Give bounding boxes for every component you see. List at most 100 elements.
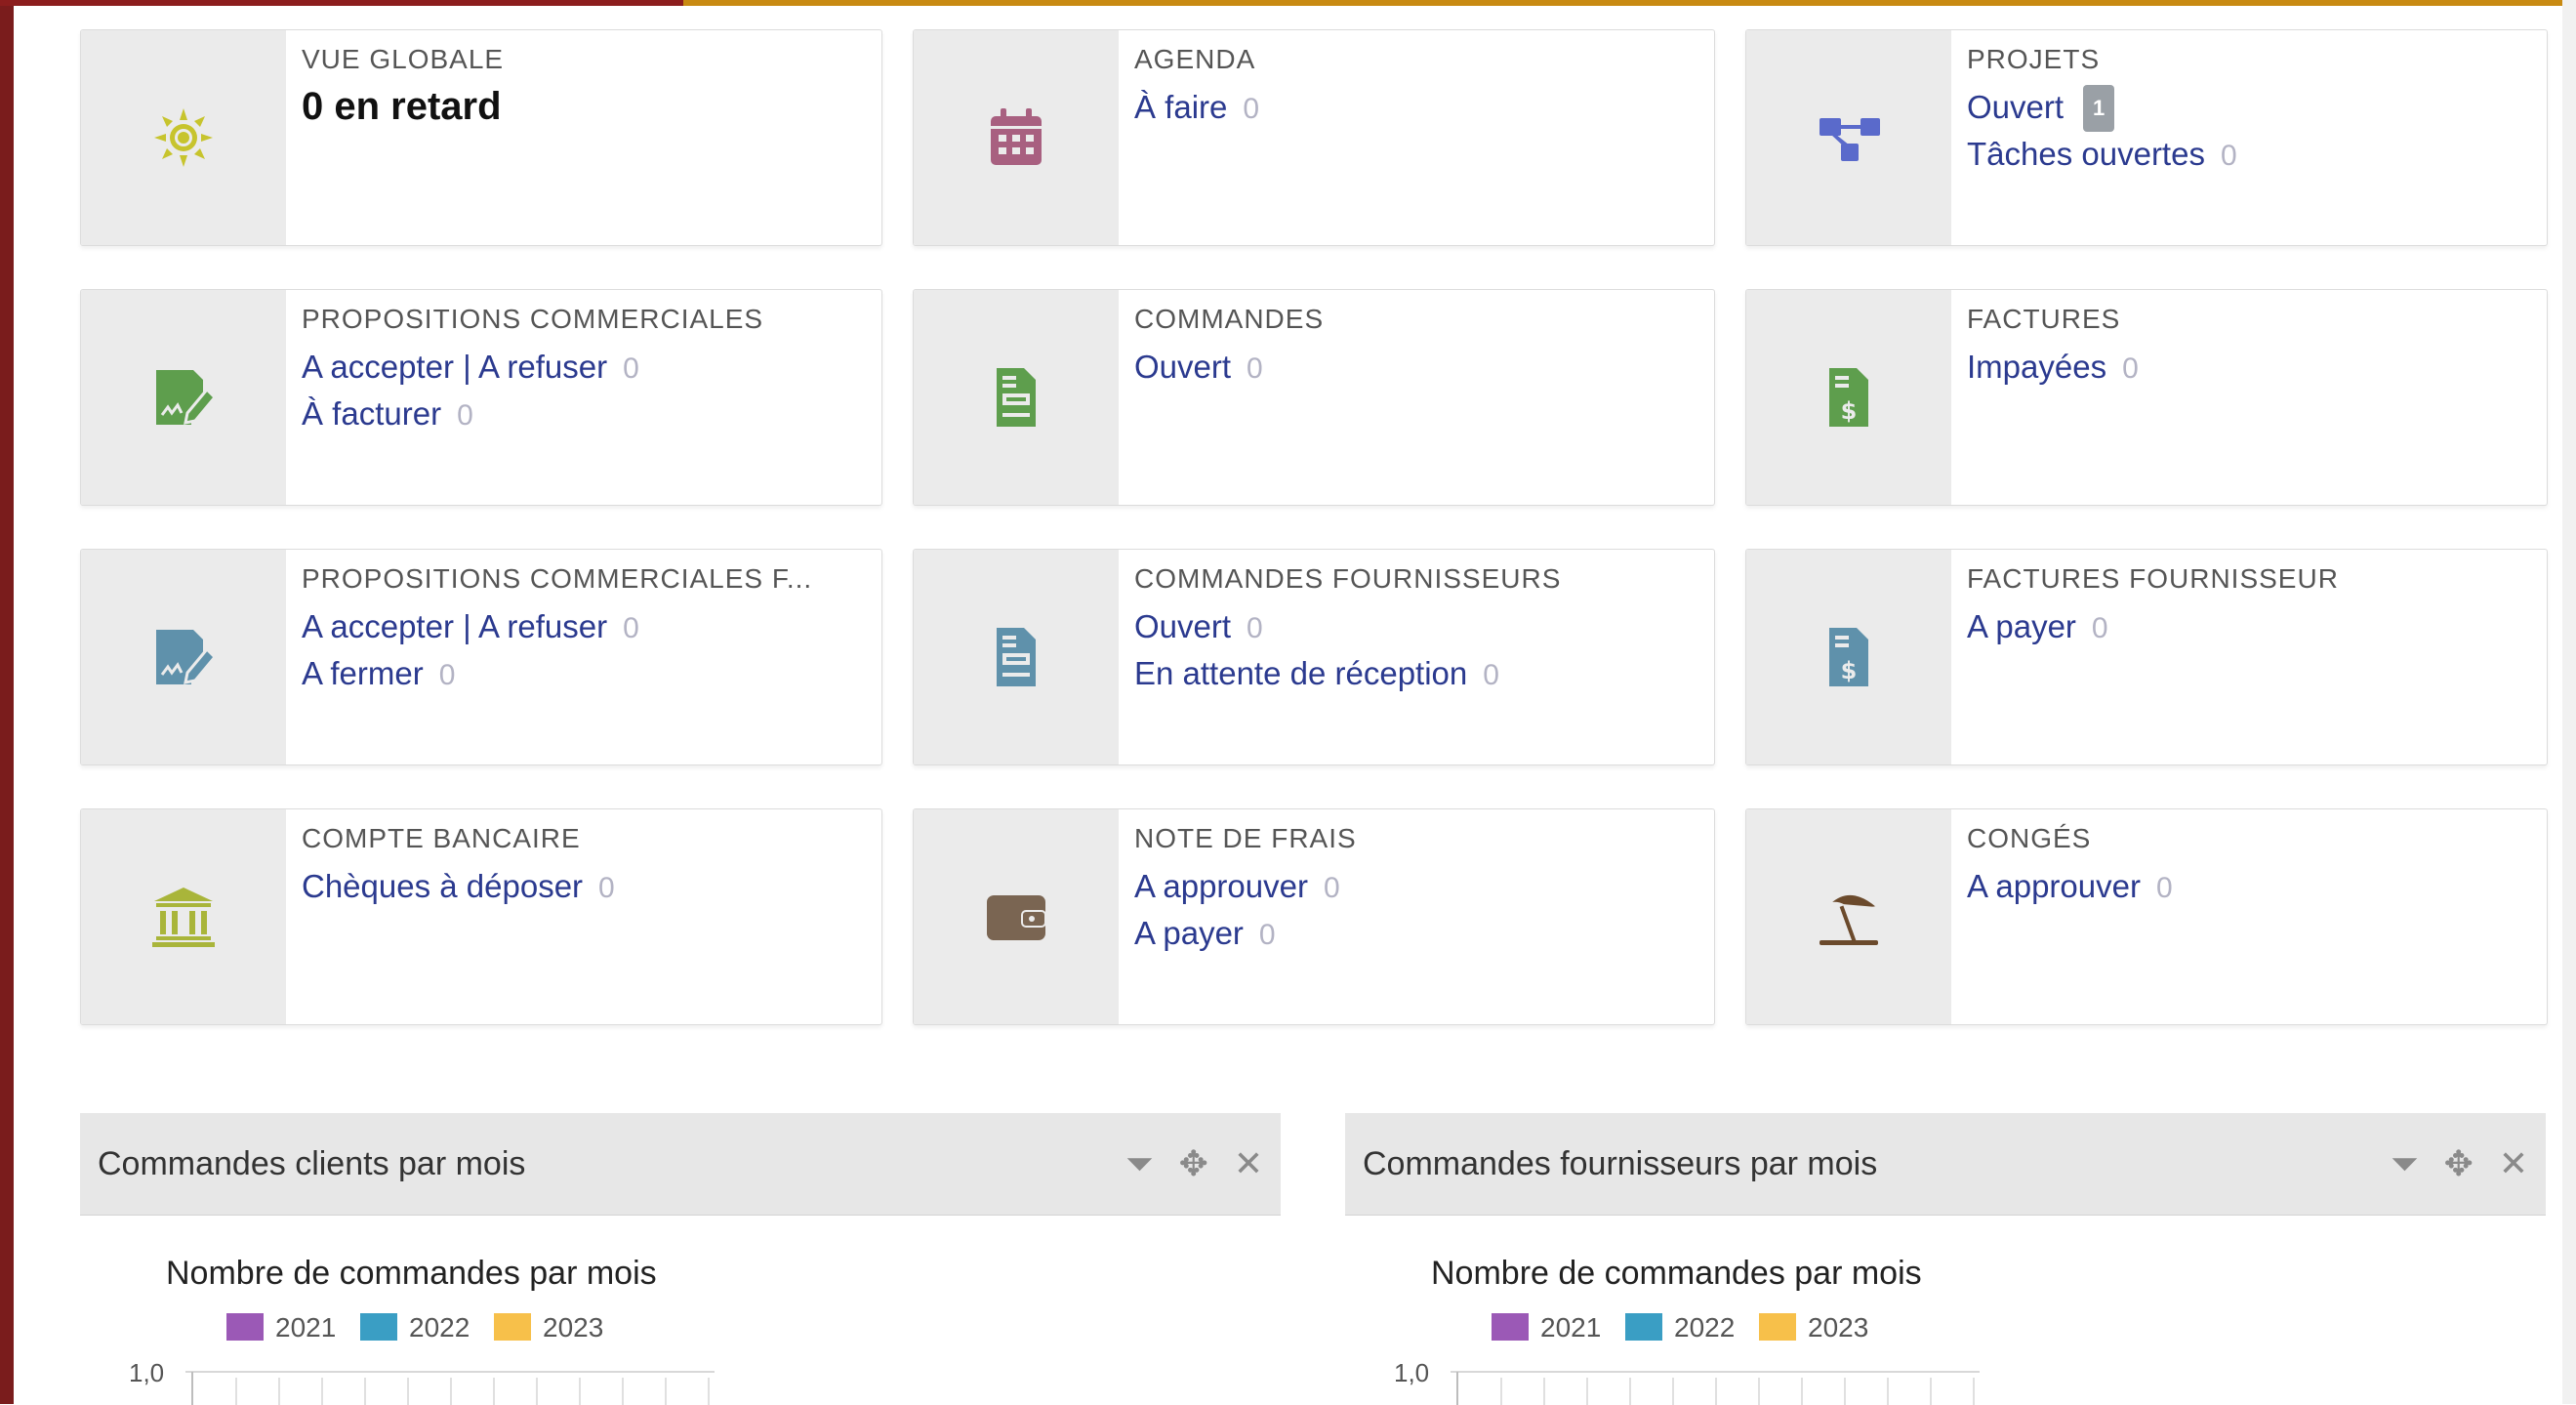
box-title: FACTURES FOURNISSEUR: [1967, 563, 2339, 594]
box-propositions-commerciales[interactable]: PROPOSITIONS COMMERCIALES A accepter | A…: [80, 289, 882, 506]
box-title: PROJETS: [1967, 44, 2101, 74]
invoices-unpaid-link[interactable]: Impayées 0: [1967, 345, 2535, 392]
signature-icon: [156, 370, 218, 425]
supplier-invoices-to-pay-link[interactable]: A payer 0: [1967, 604, 2535, 651]
count: 0: [2220, 140, 2237, 172]
count: 0: [2155, 872, 2173, 904]
agenda-todo-link[interactable]: À faire 0: [1134, 85, 1702, 132]
legend-label: 2022: [409, 1312, 470, 1343]
chart-title: Nombre de commandes par mois: [1431, 1255, 1922, 1292]
count: 0: [1258, 919, 1276, 951]
count: 0: [438, 659, 456, 691]
count: 0: [2091, 612, 2108, 644]
supplier-orders-open-link[interactable]: Ouvert 0: [1134, 604, 1702, 651]
panel-supplier-orders: Commandes fournisseurs par mois ⏷ ✥ ✕ No…: [1345, 1113, 2546, 1405]
order-icon: [997, 368, 1036, 427]
window-frame-left: [0, 0, 14, 1404]
orders-open-link[interactable]: Ouvert 0: [1134, 345, 1702, 392]
count: 0: [2122, 352, 2139, 385]
count: 0: [1323, 872, 1340, 904]
box-projets[interactable]: PROJETS Ouvert 1 Tâches ouvertes 0: [1745, 29, 2548, 246]
svg-text:$: $: [1841, 397, 1858, 425]
move-icon[interactable]: ✥: [1179, 1146, 1208, 1181]
proposals-to-bill-link[interactable]: À facturer 0: [302, 392, 870, 438]
proposals-to-accept-link[interactable]: A accepter | A refuser 0: [302, 345, 870, 392]
scrollbar-track[interactable]: [2562, 0, 2576, 1404]
tasks-open-link[interactable]: Tâches ouvertes 0: [1967, 132, 2535, 179]
count: 0: [457, 399, 473, 432]
leave-to-approve-link[interactable]: A approuver 0: [1967, 864, 2535, 911]
count: 0: [623, 352, 639, 385]
box-title: CONGÉS: [1967, 823, 2092, 853]
box-note-de-frais[interactable]: NOTE DE FRAIS A approuver 0 A payer 0: [913, 808, 1715, 1025]
cheques-to-deposit-link[interactable]: Chèques à déposer 0: [302, 864, 870, 911]
box-commandes-fournisseurs[interactable]: COMMANDES FOURNISSEURS Ouvert 0 En attent…: [913, 549, 1715, 765]
expenses-to-approve-link[interactable]: A approuver 0: [1134, 864, 1702, 911]
legend-swatch: [1492, 1313, 1529, 1341]
late-count[interactable]: 0 en retard: [302, 85, 870, 129]
invoice-icon: $: [1829, 368, 1868, 427]
move-icon[interactable]: ✥: [2444, 1146, 2474, 1181]
close-icon[interactable]: ✕: [2499, 1146, 2528, 1181]
supplier-orders-awaiting-link[interactable]: En attente de réception 0: [1134, 651, 1702, 698]
box-title: NOTE DE FRAIS: [1134, 823, 1357, 853]
wallet-icon: [987, 895, 1046, 940]
box-propositions-fournisseurs[interactable]: PROPOSITIONS COMMERCIALES F... A accepte…: [80, 549, 882, 765]
legend-label: 2021: [275, 1312, 336, 1343]
box-title: AGENDA: [1134, 44, 1256, 74]
filter-icon[interactable]: ⏷: [1125, 1146, 1154, 1181]
calendar-icon: [991, 108, 1042, 165]
panel-header[interactable]: Commandes fournisseurs par mois ⏷ ✥ ✕: [1345, 1113, 2546, 1216]
filter-icon[interactable]: ⏷: [2391, 1146, 2419, 1181]
window-frame-top-accent: [683, 0, 2576, 6]
legend-swatch: [360, 1313, 397, 1341]
order-icon: [997, 628, 1036, 686]
y-tick-label: 1,0: [129, 1358, 164, 1387]
count: 0: [1483, 659, 1499, 691]
supplier-proposals-to-accept-link[interactable]: A accepter | A refuser 0: [302, 604, 870, 651]
count: 0: [1247, 352, 1263, 385]
chart-title: Nombre de commandes par mois: [166, 1255, 657, 1292]
panel-title: Commandes fournisseurs par mois: [1363, 1144, 1878, 1182]
svg-text:$: $: [1841, 657, 1858, 684]
orders-chart: Nombre de commandes par mois 2021 2022 2023…: [129, 1255, 715, 1405]
box-vue-globale[interactable]: VUE GLOBALE 0 en retard: [80, 29, 882, 246]
box-compte-bancaire[interactable]: COMPTE BANCAIRE Chèques à déposer 0: [80, 808, 882, 1025]
y-tick-label: 1,0: [1394, 1358, 1429, 1387]
box-title: COMPTE BANCAIRE: [302, 823, 581, 853]
beach-umbrella-icon: [1820, 894, 1878, 945]
count: 0: [598, 872, 615, 904]
box-factures[interactable]: $ FACTURES Impayées 0: [1745, 289, 2548, 506]
bank-icon: [152, 888, 215, 947]
project-icon: [1820, 118, 1880, 161]
box-conges[interactable]: CONGÉS A approuver 0: [1745, 808, 2548, 1025]
box-title: PROPOSITIONS COMMERCIALES: [302, 304, 764, 334]
legend-swatch: [1625, 1313, 1662, 1341]
box-title: PROPOSITIONS COMMERCIALES F...: [302, 563, 813, 594]
count: 0: [1243, 93, 1260, 125]
legend-label: 2023: [1808, 1312, 1868, 1343]
box-agenda[interactable]: AGENDA À faire 0: [913, 29, 1715, 246]
legend-swatch: [494, 1313, 531, 1341]
invoice-icon: $: [1829, 628, 1868, 686]
box-commandes[interactable]: COMMANDES Ouvert 0: [913, 289, 1715, 506]
window-frame-top: [0, 0, 683, 6]
supplier-proposals-to-close-link[interactable]: A fermer 0: [302, 651, 870, 698]
legend-swatch: [1759, 1313, 1796, 1341]
count: 0: [623, 612, 639, 644]
panel-header[interactable]: Commandes clients par mois ⏷ ✥ ✕: [80, 1113, 1281, 1216]
box-factures-fournisseur[interactable]: $ FACTURES FOURNISSEUR A payer 0: [1745, 549, 2548, 765]
legend-label: 2021: [1540, 1312, 1601, 1343]
projects-open-link[interactable]: Ouvert 1: [1967, 85, 2535, 132]
panel-customer-orders: Commandes clients par mois ⏷ ✥ ✕ Nombre …: [80, 1113, 1281, 1405]
orders-chart: Nombre de commandes par mois 2021 2022 2023…: [1394, 1255, 1980, 1405]
count-badge: 1: [2083, 85, 2115, 132]
box-title: VUE GLOBALE: [302, 44, 505, 74]
close-icon[interactable]: ✕: [1234, 1146, 1263, 1181]
expenses-to-pay-link[interactable]: A payer 0: [1134, 911, 1702, 958]
legend-label: 2023: [543, 1312, 603, 1343]
legend-label: 2022: [1674, 1312, 1735, 1343]
signature-icon: [156, 630, 218, 684]
box-title: COMMANDES FOURNISSEURS: [1134, 563, 1562, 594]
box-title: FACTURES: [1967, 304, 2121, 334]
